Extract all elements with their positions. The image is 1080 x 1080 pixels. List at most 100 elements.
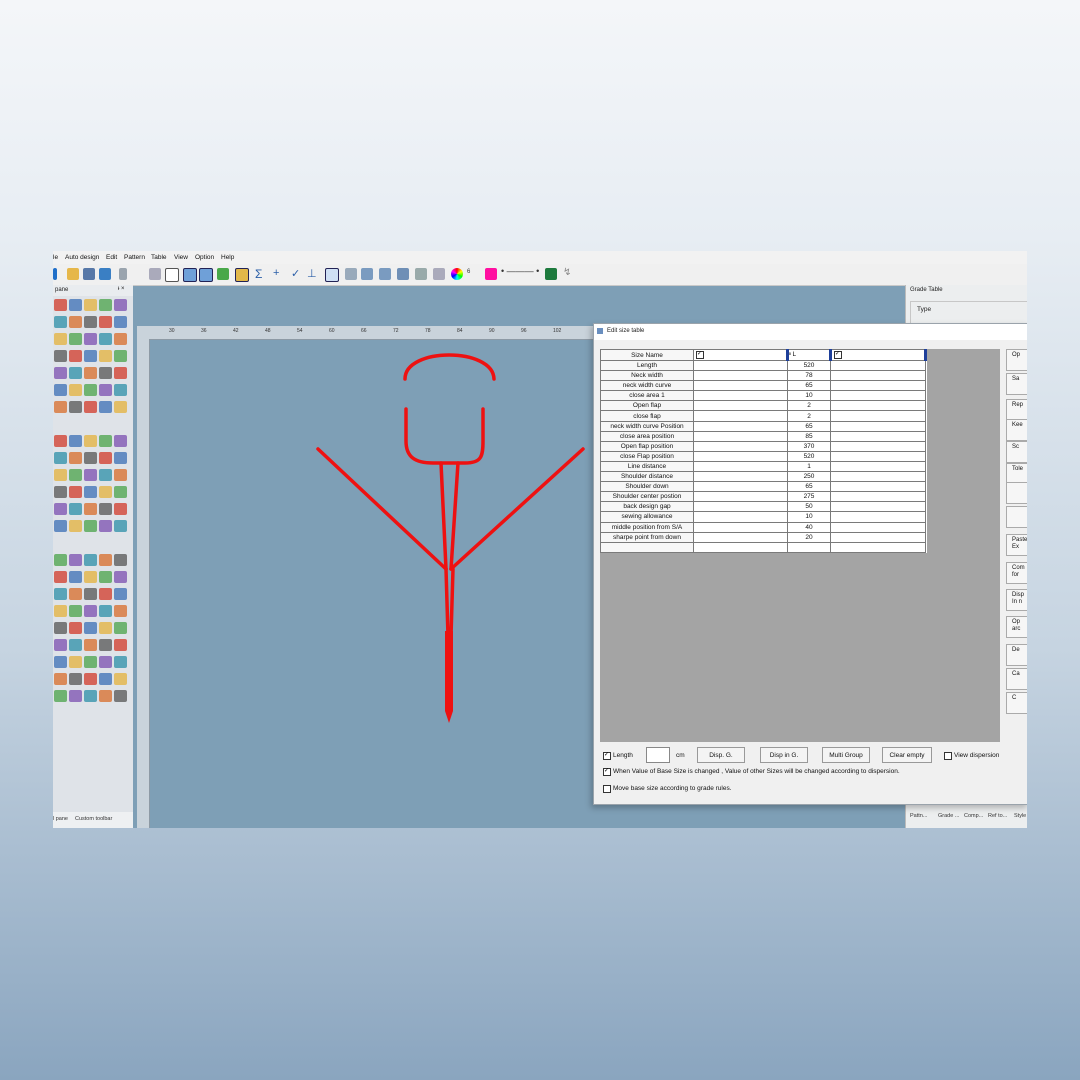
size-param-name[interactable]: neck width curve <box>600 380 694 392</box>
size-cell-col3[interactable] <box>830 491 926 503</box>
tab-ref[interactable]: Ref to... <box>988 813 1007 819</box>
size-cell-value[interactable]: 275 <box>787 491 831 503</box>
size-cell-col3[interactable] <box>830 471 926 483</box>
size-cell-col1[interactable] <box>693 370 788 382</box>
size-cell-value[interactable]: 40 <box>787 521 831 533</box>
length-input[interactable] <box>646 747 670 763</box>
tab-pattern[interactable]: Pattn... <box>910 813 927 819</box>
size-cell-col1[interactable] <box>693 511 788 523</box>
size-cell-value[interactable]: 1 <box>787 460 831 473</box>
size-cell-value[interactable]: 20 <box>787 531 831 543</box>
size-cell-col3[interactable] <box>830 359 926 372</box>
disp-in-g-button[interactable]: Disp in G. <box>760 747 808 763</box>
size-cell-col1[interactable] <box>693 471 788 483</box>
size-param-name[interactable]: middle position from S/A <box>600 521 694 533</box>
side-button[interactable]: Com for <box>1006 562 1027 584</box>
size-cell-col3[interactable] <box>830 390 926 402</box>
size-param-name[interactable]: close flap <box>600 410 694 422</box>
side-button[interactable]: Op arc <box>1006 616 1027 638</box>
header-col2[interactable]: ᴮ L <box>786 349 832 361</box>
size-cell-col3[interactable] <box>830 531 926 543</box>
size-cell-value[interactable]: 85 <box>787 430 831 442</box>
size-param-name[interactable]: close area 1 <box>600 390 694 402</box>
size-cell-value[interactable]: 65 <box>787 380 831 392</box>
size-cell-value[interactable]: 370 <box>787 440 831 452</box>
side-button[interactable]: Ca <box>1006 668 1027 690</box>
side-button[interactable]: Op <box>1006 349 1027 371</box>
size-cell-col3[interactable] <box>830 420 926 432</box>
size-cell-col3[interactable] <box>830 481 926 493</box>
col3-checkbox[interactable]: ✓ <box>834 350 842 359</box>
header-col1[interactable]: ✓ <box>693 349 788 361</box>
tab-comp[interactable]: Comp... <box>964 813 983 819</box>
size-cell-col3[interactable] <box>830 511 926 523</box>
size-param-name[interactable]: Line distance <box>600 460 694 473</box>
size-param-name[interactable]: Open flap <box>600 400 694 412</box>
size-cell-col3[interactable] <box>830 430 926 442</box>
size-param-name[interactable]: neck width curve Position <box>600 420 694 432</box>
size-cell-value[interactable]: 2 <box>787 410 831 422</box>
size-cell-col1[interactable] <box>693 541 788 553</box>
size-cell-col1[interactable] <box>693 400 788 412</box>
size-cell-value[interactable]: 520 <box>787 450 831 462</box>
tab-style[interactable]: Style <box>1014 813 1026 819</box>
clear-empty-button[interactable]: Clear empty <box>882 747 932 763</box>
side-button[interactable] <box>1006 482 1027 504</box>
size-cell-col3[interactable] <box>830 460 926 473</box>
side-button[interactable]: Rep <box>1006 399 1027 421</box>
size-param-name[interactable]: Open flap position <box>600 440 694 452</box>
view-dispersion-checkbox[interactable] <box>944 752 952 760</box>
size-cell-col1[interactable] <box>693 491 788 503</box>
size-cell-value[interactable]: 10 <box>787 511 831 523</box>
size-cell-value[interactable]: 65 <box>787 420 831 432</box>
when-value-checkbox[interactable]: ✓ <box>603 768 611 776</box>
tab-grade[interactable]: Grade ... <box>938 813 959 819</box>
side-button[interactable]: Paste Ex <box>1006 534 1027 556</box>
size-cell-value[interactable]: 65 <box>787 481 831 493</box>
size-param-name[interactable]: Shoulder distance <box>600 471 694 483</box>
side-button[interactable]: Disp In n <box>1006 589 1027 611</box>
move-base-checkbox[interactable] <box>603 785 611 793</box>
size-cell-col1[interactable] <box>693 410 788 422</box>
size-cell-col3[interactable] <box>830 370 926 382</box>
size-param-name[interactable] <box>600 541 694 553</box>
col1-checkbox[interactable]: ✓ <box>696 350 704 359</box>
size-param-name[interactable]: close area position <box>600 430 694 442</box>
size-cell-col1[interactable] <box>693 450 788 462</box>
size-cell-col3[interactable] <box>830 400 926 412</box>
size-cell-col1[interactable] <box>693 460 788 473</box>
size-cell-value[interactable] <box>787 541 831 553</box>
size-param-name[interactable]: Shoulder center postion <box>600 491 694 503</box>
size-cell-col1[interactable] <box>693 420 788 432</box>
size-cell-col3[interactable] <box>830 450 926 462</box>
side-button[interactable]: Kee <box>1006 419 1027 441</box>
size-cell-col1[interactable] <box>693 531 788 543</box>
size-param-name[interactable]: sharpe point from down <box>600 531 694 543</box>
size-cell-col3[interactable] <box>830 380 926 392</box>
side-button[interactable]: Sa <box>1006 373 1027 395</box>
side-button[interactable] <box>1006 506 1027 528</box>
header-col3[interactable]: ✓ <box>830 349 927 361</box>
disp-g-button[interactable]: Disp. G. <box>697 747 745 763</box>
size-param-name[interactable]: sewing allowance <box>600 511 694 523</box>
size-cell-col3[interactable] <box>830 440 926 452</box>
size-param-name[interactable]: Length <box>600 359 694 372</box>
size-cell-col1[interactable] <box>693 380 788 392</box>
size-cell-value[interactable]: 2 <box>787 400 831 412</box>
size-param-name[interactable]: close Flap position <box>600 450 694 462</box>
size-cell-col1[interactable] <box>693 501 788 513</box>
size-cell-col1[interactable] <box>693 521 788 533</box>
size-cell-col1[interactable] <box>693 390 788 402</box>
side-button[interactable]: C <box>1006 692 1027 714</box>
side-button[interactable]: De <box>1006 644 1027 666</box>
size-cell-col3[interactable] <box>830 521 926 533</box>
size-cell-col1[interactable] <box>693 430 788 442</box>
size-cell-value[interactable]: 78 <box>787 370 831 382</box>
size-cell-value[interactable]: 50 <box>787 501 831 513</box>
size-param-name[interactable]: Neck width <box>600 370 694 382</box>
size-cell-col1[interactable] <box>693 481 788 493</box>
size-cell-col1[interactable] <box>693 359 788 372</box>
size-cell-col3[interactable] <box>830 541 926 553</box>
size-cell-value[interactable]: 10 <box>787 390 831 402</box>
size-cell-value[interactable]: 250 <box>787 471 831 483</box>
